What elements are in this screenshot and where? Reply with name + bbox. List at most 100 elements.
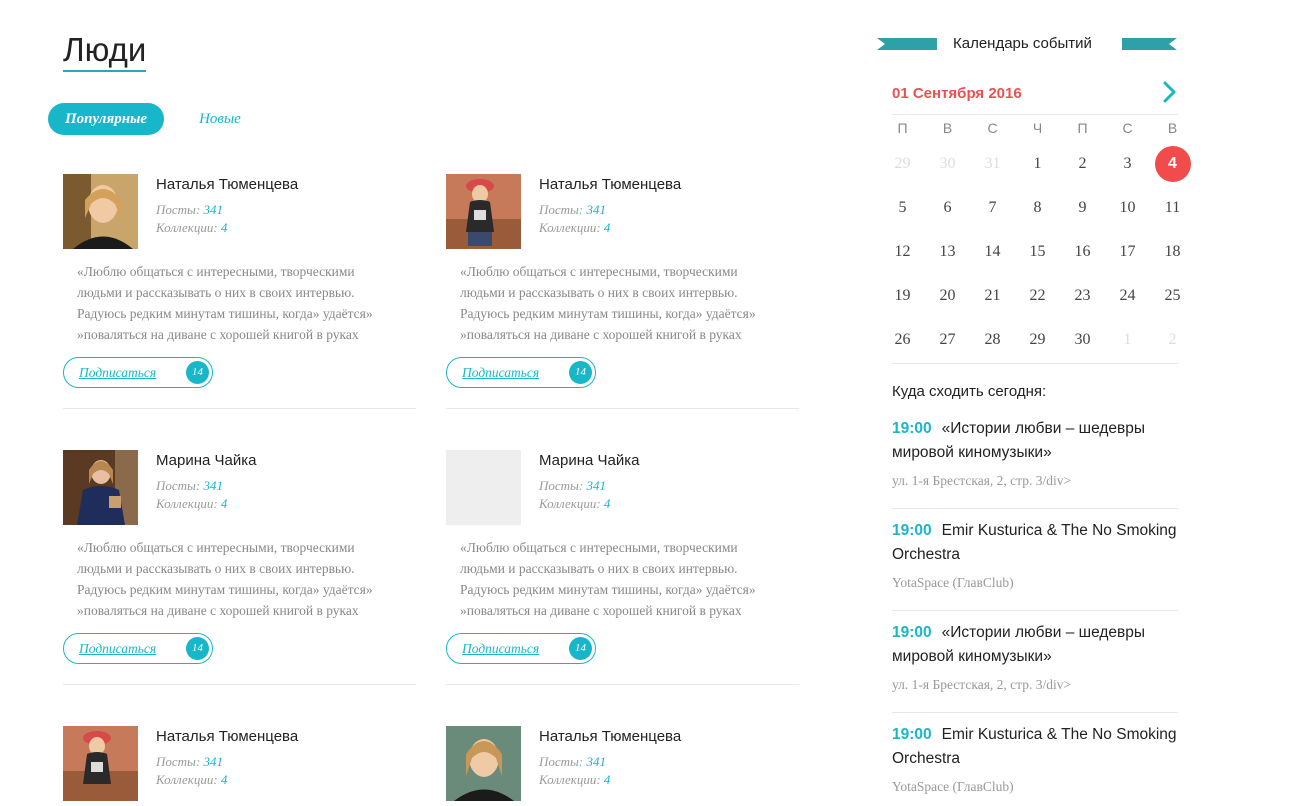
posts-label: Посты: — [539, 754, 584, 769]
calendar-day[interactable]: 9 — [1060, 186, 1105, 230]
calendar-day[interactable]: 24 — [1105, 274, 1150, 318]
collections-stat: Коллекции: 4 — [156, 496, 227, 512]
weekday: В — [942, 120, 953, 136]
event-name[interactable]: Emir Kusturica & The No Smoking Orchestr… — [892, 726, 1177, 767]
event-item[interactable]: 19:00 «Истории любви – шедевры мировой ки… — [892, 621, 1178, 693]
calendar-day[interactable]: 6 — [925, 186, 970, 230]
collections-count[interactable]: 4 — [604, 220, 611, 235]
calendar-day[interactable]: 30 — [925, 142, 970, 186]
calendar-day[interactable]: 14 — [970, 230, 1015, 274]
person-name[interactable]: Марина Чайка — [156, 452, 256, 469]
person-card: Наталья Тюменцева Посты: 341 Коллекции: … — [446, 726, 799, 806]
calendar-day[interactable]: 22 — [1015, 274, 1060, 318]
calendar-day-today[interactable]: 4 — [1150, 142, 1195, 186]
calendar-day[interactable]: 26 — [880, 318, 925, 362]
person-name[interactable]: Марина Чайка — [539, 452, 639, 469]
posts-count[interactable]: 341 — [586, 754, 606, 769]
collections-label: Коллекции: — [156, 772, 218, 787]
calendar-day[interactable]: 18 — [1150, 230, 1195, 274]
person-name[interactable]: Наталья Тюменцева — [156, 176, 298, 193]
card-divider — [63, 684, 416, 685]
calendar-header: Календарь событий — [877, 34, 1177, 54]
chevron-right-icon[interactable] — [1160, 80, 1180, 104]
collections-count[interactable]: 4 — [604, 772, 611, 787]
calendar-day[interactable]: 1 — [1105, 318, 1150, 362]
calendar-day[interactable]: 23 — [1060, 274, 1105, 318]
collections-stat: Коллекции: 4 — [156, 220, 227, 236]
avatar[interactable] — [63, 174, 138, 249]
event-item[interactable]: 19:00 Emir Kusturica & The No Smoking Orc… — [892, 519, 1178, 591]
calendar-day[interactable]: 28 — [970, 318, 1015, 362]
subscribe-count-badge: 14 — [186, 637, 209, 660]
posts-count[interactable]: 341 — [203, 202, 223, 217]
person-card: Наталья Тюменцева Посты: 341 Коллекции: … — [63, 726, 416, 806]
calendar-day[interactable]: 12 — [880, 230, 925, 274]
avatar[interactable] — [446, 174, 521, 249]
calendar-day[interactable]: 20 — [925, 274, 970, 318]
event-location: ул. 1-я Брестская, 2, стр. 3/div> — [892, 473, 1072, 488]
event-name[interactable]: Emir Kusturica & The No Smoking Orchestr… — [892, 522, 1177, 563]
quote-line: людьми и рассказывать о них в своих инте… — [77, 285, 355, 300]
calendar-weekdays: П В С Ч П С В — [880, 120, 1195, 136]
calendar-day[interactable]: 31 — [970, 142, 1015, 186]
collections-count[interactable]: 4 — [221, 772, 228, 787]
avatar[interactable] — [63, 726, 138, 801]
posts-stat: Посты: 341 — [156, 478, 223, 494]
avatar[interactable] — [446, 726, 521, 801]
person-name[interactable]: Наталья Тюменцева — [156, 728, 298, 745]
calendar-day[interactable]: 16 — [1060, 230, 1105, 274]
calendar-day[interactable]: 5 — [880, 186, 925, 230]
posts-count[interactable]: 341 — [586, 478, 606, 493]
calendar-day[interactable]: 3 — [1105, 142, 1150, 186]
calendar-day[interactable]: 13 — [925, 230, 970, 274]
event-location: ул. 1-я Брестская, 2, стр. 3/div> — [892, 677, 1072, 692]
quote-line: Радуюсь редким минутам тишины, когда» уд… — [460, 306, 756, 321]
posts-count[interactable]: 341 — [586, 202, 606, 217]
weekday: В — [1167, 120, 1178, 136]
posts-count[interactable]: 341 — [203, 478, 223, 493]
calendar-day[interactable]: 10 — [1105, 186, 1150, 230]
avatar-placeholder[interactable] — [446, 450, 521, 525]
collections-count[interactable]: 4 — [221, 496, 228, 511]
person-name[interactable]: Наталья Тюменцева — [539, 176, 681, 193]
calendar-day[interactable]: 8 — [1015, 186, 1060, 230]
event-title: 19:00 «Истории любви – шедевры мировой ки… — [892, 621, 1178, 669]
tab-popular[interactable]: Популярные — [48, 103, 165, 135]
calendar-day[interactable]: 29 — [880, 142, 925, 186]
calendar-day[interactable]: 17 — [1105, 230, 1150, 274]
subscribe-button[interactable]: Подписаться 14 — [63, 633, 213, 664]
page-title: Люди — [63, 32, 147, 72]
calendar-day[interactable]: 29 — [1015, 318, 1060, 362]
avatar[interactable] — [63, 450, 138, 525]
collections-count[interactable]: 4 — [604, 496, 611, 511]
calendar-day[interactable]: 21 — [970, 274, 1015, 318]
calendar-day[interactable]: 30 — [1060, 318, 1105, 362]
person-name[interactable]: Наталья Тюменцева — [539, 728, 681, 745]
calendar-day[interactable]: 2 — [1150, 318, 1195, 362]
calendar-day[interactable]: 15 — [1015, 230, 1060, 274]
calendar-day[interactable]: 27 — [925, 318, 970, 362]
subscribe-label: Подписаться — [462, 641, 540, 656]
tab-new[interactable]: Новые — [182, 103, 258, 135]
quote-line: «Люблю общаться с интересными, творчески… — [460, 264, 738, 279]
subscribe-button[interactable]: Подписаться 14 — [63, 357, 213, 388]
posts-count[interactable]: 341 — [203, 754, 223, 769]
weekday: П — [1077, 120, 1088, 136]
subscribe-button[interactable]: Подписаться 14 — [446, 357, 596, 388]
calendar-day[interactable]: 2 — [1060, 142, 1105, 186]
calendar-day[interactable]: 1 — [1015, 142, 1060, 186]
calendar-day[interactable]: 7 — [970, 186, 1015, 230]
person-quote: «Люблю общаться с интересными, творчески… — [460, 261, 805, 345]
calendar-day[interactable]: 25 — [1150, 274, 1195, 318]
subscribe-button[interactable]: Подписаться 14 — [446, 633, 596, 664]
collections-count[interactable]: 4 — [221, 220, 228, 235]
calendar-day[interactable]: 11 — [1150, 186, 1195, 230]
event-item[interactable]: 19:00 Emir Kusturica & The No Smoking Orc… — [892, 723, 1178, 795]
posts-stat: Посты: 341 — [539, 478, 606, 494]
quote-line: Радуюсь редким минутам тишины, когда» уд… — [460, 582, 756, 597]
person-quote: «Люблю общаться с интересными, творчески… — [460, 537, 805, 621]
card-divider — [63, 408, 416, 409]
event-item[interactable]: 19:00 «Истории любви – шедевры мировой ки… — [892, 417, 1178, 489]
people-tabs: Популярные Новые — [48, 103, 258, 135]
calendar-day[interactable]: 19 — [880, 274, 925, 318]
